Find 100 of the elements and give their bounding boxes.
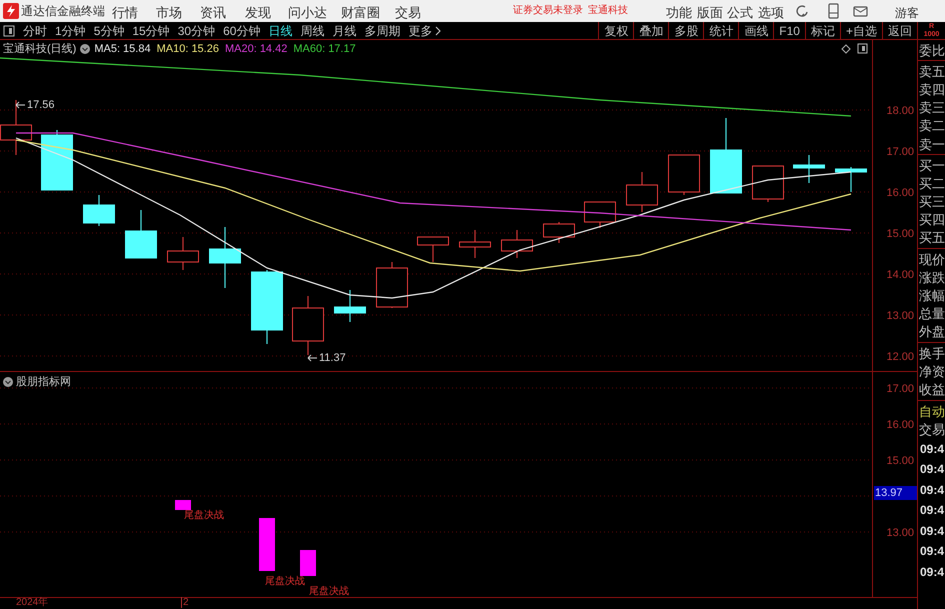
indicator-value: MA60: 17.17: [293, 42, 356, 57]
dropdown-icon: [80, 44, 90, 54]
chart-tool-button[interactable]: +自选: [840, 22, 882, 39]
menu-item[interactable]: 市场: [156, 3, 182, 22]
diamond-icon: [841, 44, 851, 54]
quote-label: 收益: [918, 380, 945, 399]
menu-item[interactable]: 资讯: [200, 3, 226, 22]
auto-trade-tab[interactable]: 自动: [918, 402, 945, 421]
menu-item[interactable]: 选项: [758, 3, 784, 22]
status-text[interactable]: 宝通科技: [588, 5, 628, 17]
candlestick: [83, 194, 115, 226]
menu-item[interactable]: 公式: [727, 3, 753, 22]
candlestick: [793, 154, 825, 184]
axis-label: 12.00: [886, 350, 914, 365]
candlestick: [501, 230, 533, 258]
period-tab[interactable]: 60分钟: [220, 22, 264, 40]
quote-label: 换手: [918, 344, 945, 362]
chart-tool-button[interactable]: 画线: [738, 22, 774, 39]
period-tab[interactable]: 1分钟: [52, 22, 89, 40]
quote-label: 买一: [918, 156, 945, 174]
trade-time: 09:4: [919, 502, 945, 520]
quote-label: 卖三: [918, 99, 945, 117]
more-tab[interactable]: 更多: [405, 22, 432, 40]
period-tab[interactable]: 30分钟: [174, 22, 218, 40]
axis-label: 15.00: [886, 227, 914, 242]
signal-bar: [300, 550, 316, 576]
chart-tool-button[interactable]: 返回: [882, 22, 917, 39]
menu-item[interactable]: 行情: [112, 3, 138, 22]
period-tab[interactable]: 15分钟: [129, 22, 173, 40]
menu-item[interactable]: 功能: [666, 3, 692, 22]
cursor-value-label: 13.97: [874, 486, 917, 500]
axis-label: 17.00: [886, 145, 914, 160]
quote-label: 买五: [918, 229, 945, 248]
quote-label: 卖四: [918, 80, 945, 99]
chart-tool-button[interactable]: F10: [773, 22, 805, 39]
signal-label: 尾盘决战: [265, 577, 305, 587]
axis-label: 17.00: [886, 382, 914, 397]
menu-item[interactable]: 问小达: [288, 3, 327, 22]
candlestick: [459, 230, 491, 258]
chart-title: 宝通科技(日线): [3, 42, 76, 57]
trade-time: 09:4: [919, 543, 945, 560]
quote-label: 买四: [918, 211, 945, 229]
axis-label: 13.00: [886, 526, 914, 541]
menu-item[interactable]: 财富圈: [341, 3, 380, 22]
trade-time: 09:4: [919, 522, 945, 540]
candlestick: [334, 290, 366, 322]
quote-label: 委比: [918, 42, 945, 60]
trade-tab[interactable]: 交易: [918, 420, 945, 439]
logo-icon: [3, 3, 19, 19]
chart-tool-button[interactable]: 多股: [668, 22, 704, 39]
chart-tool-button[interactable]: 统计: [703, 22, 738, 39]
chevron-icon: [434, 24, 442, 36]
chart-tool-button[interactable]: 叠加: [633, 22, 668, 39]
menu-item[interactable]: 发现: [245, 3, 271, 22]
quote-label: 买二: [918, 174, 945, 192]
period-tab[interactable]: 分时: [20, 22, 50, 40]
user-label[interactable]: 游客: [895, 4, 919, 22]
candlestick: [584, 202, 616, 228]
quote-label: 净资: [918, 362, 945, 380]
candlestick: [417, 236, 449, 262]
arrow-icon: [15, 101, 26, 110]
signal-bar: [175, 500, 191, 510]
quote-label: 外盘: [918, 323, 945, 341]
signal-label: 尾盘决战: [184, 511, 224, 521]
menu-item[interactable]: 交易: [395, 3, 421, 22]
chart-tool-button[interactable]: 复权: [598, 22, 634, 39]
indicator-value: MA10: 15.26: [156, 42, 219, 57]
low-price-label: 11.37: [319, 351, 346, 366]
quote-label: 卖五: [918, 62, 945, 80]
axis-label: 16.00: [886, 186, 914, 201]
trade-time: 09:4: [919, 440, 945, 458]
dropdown-icon: [3, 377, 13, 388]
time-axis-label: 2024年: [16, 597, 48, 608]
axis-label: 15.00: [886, 454, 914, 469]
candlestick: [626, 172, 658, 212]
app-title: 通达信金融终端: [21, 3, 105, 20]
candlestick: [668, 154, 700, 196]
panel-toggle-icon[interactable]: [3, 24, 15, 36]
axis-label: 16.00: [886, 418, 914, 433]
period-tab[interactable]: 日线: [265, 22, 296, 40]
menu-item[interactable]: 版面: [697, 3, 723, 22]
period-tab[interactable]: 5分钟: [90, 22, 128, 40]
quote-label: 卖一: [918, 136, 945, 154]
indicator-value: MA5: 15.84: [94, 42, 151, 57]
quote-label: 总量: [918, 305, 945, 323]
period-tab[interactable]: 月线: [329, 22, 360, 40]
panel-toggle-icon: [857, 43, 868, 54]
quote-label: 卖二: [918, 117, 945, 135]
high-price-label: 17.56: [27, 98, 55, 113]
indicator-value: MA20: 14.42: [224, 42, 288, 57]
candlestick: [125, 210, 157, 258]
period-tab[interactable]: 多周期: [361, 22, 404, 40]
chart-tool-button[interactable]: 标记: [804, 22, 840, 39]
status-text: 证券交易未登录: [513, 5, 583, 17]
trade-time: 09:4: [919, 482, 945, 499]
quote-label: 现价: [918, 250, 945, 268]
indicator-title: 股朋指标网: [16, 375, 71, 390]
period-tab[interactable]: 周线: [297, 22, 328, 40]
candlestick: [167, 236, 199, 270]
trade-time: 09:4: [919, 564, 945, 581]
